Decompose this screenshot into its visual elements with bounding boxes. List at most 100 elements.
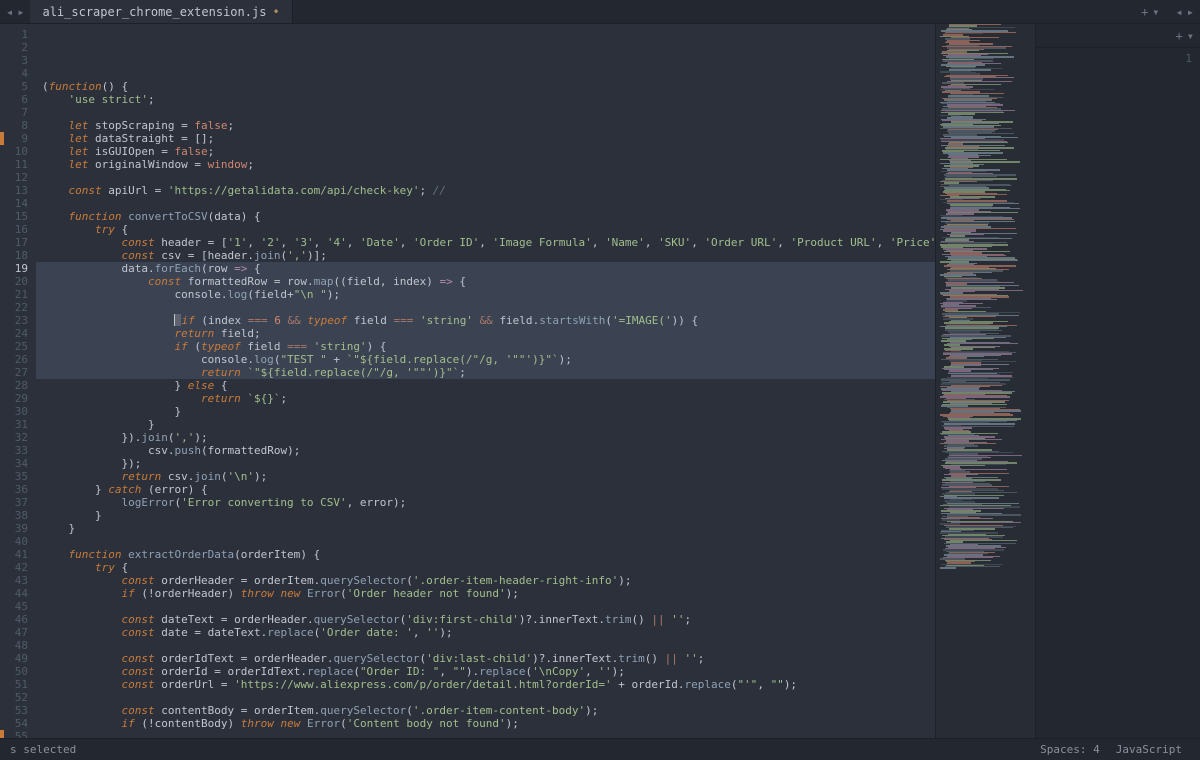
line-number[interactable]: 33 [4,444,28,457]
minimap[interactable] [935,24,1035,738]
code-line[interactable]: console.log("TEST " + `"${field.replace(… [36,353,935,366]
nav-prev-icon[interactable]: ◂ [4,5,15,19]
line-number[interactable]: 31 [4,418,28,431]
code-line[interactable]: return field; [36,327,935,340]
code-line[interactable]: } [36,418,935,431]
line-number[interactable]: 38 [4,509,28,522]
line-number[interactable]: 21 [4,288,28,301]
line-number[interactable]: 24 [4,327,28,340]
code-line[interactable]: const orderId = orderIdText.replace("Ord… [36,665,935,678]
code-line[interactable]: const dateText = orderHeader.querySelect… [36,613,935,626]
code-line[interactable]: logError('Error converting to CSV', erro… [36,496,935,509]
code-line[interactable]: const apiUrl = 'https://getalidata.com/a… [36,184,935,197]
line-number[interactable]: 29 [4,392,28,405]
code-line[interactable]: let dataStraight = []; [36,132,935,145]
code-line[interactable]: const formattedRow = row.map((field, ind… [36,275,935,288]
code-line[interactable]: const orderIdText = orderHeader.querySel… [36,652,935,665]
line-number[interactable]: 26 [4,353,28,366]
line-number[interactable]: 42 [4,561,28,574]
line-number[interactable]: 5 [4,80,28,93]
line-number[interactable]: 9 [4,132,28,145]
line-number[interactable]: 7 [4,106,28,119]
code-line[interactable]: if (!orderHeader) throw new Error('Order… [36,587,935,600]
code-line[interactable]: const csv = [header.join(',')]; [36,249,935,262]
line-number[interactable]: 27 [4,366,28,379]
line-number[interactable]: 49 [4,652,28,665]
code-line[interactable]: return `"${field.replace(/"/g, '""')}"`; [36,366,935,379]
code-line[interactable]: return csv.join('\n'); [36,470,935,483]
line-number[interactable]: 23 [4,314,28,327]
new-tab-button[interactable]: + [1141,5,1148,19]
line-number[interactable]: 18 [4,249,28,262]
line-number[interactable]: 13 [4,184,28,197]
line-number[interactable]: 32 [4,431,28,444]
code-line[interactable]: } [36,522,935,535]
code-line[interactable] [36,691,935,704]
line-number[interactable]: 30 [4,405,28,418]
pane-nav-next-icon[interactable]: ▸ [1187,5,1194,19]
code-line[interactable]: return `${}`; [36,392,935,405]
code-line[interactable]: const contentBody = orderItem.querySelec… [36,704,935,717]
code-line[interactable]: csv.push(formattedRow); [36,444,935,457]
line-number[interactable]: 40 [4,535,28,548]
line-number[interactable]: 14 [4,197,28,210]
code-line[interactable] [36,600,935,613]
code-line[interactable]: const header = ['1', '2', '3', '4', 'Dat… [36,236,935,249]
line-number[interactable]: 6 [4,93,28,106]
line-number-gutter[interactable]: 1234567891011121314151617181920212223242… [0,24,36,738]
code-line[interactable] [36,197,935,210]
line-number[interactable]: 48 [4,639,28,652]
line-number[interactable]: 34 [4,457,28,470]
code-line[interactable]: try { [36,223,935,236]
line-number[interactable]: 37 [4,496,28,509]
side-new-tab-button[interactable]: + [1176,29,1183,43]
code-line[interactable]: const date = dateText.replace('Order dat… [36,626,935,639]
code-line[interactable]: let isGUIOpen = false; [36,145,935,158]
line-number[interactable]: 3 [4,54,28,67]
line-number[interactable]: 16 [4,223,28,236]
code-line[interactable]: } else { [36,379,935,392]
code-line[interactable]: if (typeof field === 'string') { [36,340,935,353]
line-number[interactable]: 11 [4,158,28,171]
line-number[interactable]: 47 [4,626,28,639]
tab-dropdown-icon[interactable]: ▾ [1152,5,1159,19]
line-number[interactable]: 41 [4,548,28,561]
line-number[interactable]: 50 [4,665,28,678]
line-number[interactable]: 25 [4,340,28,353]
code-line[interactable]: if (index === 6 && typeof field === 'str… [36,314,935,327]
nav-next-icon[interactable]: ▸ [15,5,26,19]
line-number[interactable]: 28 [4,379,28,392]
line-number[interactable]: 17 [4,236,28,249]
code-line[interactable]: function extractOrderData(orderItem) { [36,548,935,561]
code-line[interactable]: }).join(','); [36,431,935,444]
code-line[interactable] [36,730,935,738]
line-number[interactable]: 19 [4,262,28,275]
code-line[interactable]: console.log(field+"\n "); [36,288,935,301]
line-number[interactable]: 52 [4,691,28,704]
code-line[interactable]: data.forEach(row => { [36,262,935,275]
code-line[interactable]: const orderUrl = 'https://www.aliexpress… [36,678,935,691]
status-language[interactable]: JavaScript [1108,743,1190,756]
line-number[interactable]: 36 [4,483,28,496]
code-line[interactable] [36,535,935,548]
line-number[interactable]: 12 [4,171,28,184]
pane-nav-prev-icon[interactable]: ◂ [1176,5,1183,19]
line-number[interactable]: 1 [4,28,28,41]
line-number[interactable]: 55 [4,730,28,738]
code-line[interactable]: let stopScraping = false; [36,119,935,132]
code-line[interactable]: } catch (error) { [36,483,935,496]
line-number[interactable]: 15 [4,210,28,223]
code-line[interactable]: } [36,509,935,522]
side-tab-dropdown-icon[interactable]: ▾ [1187,29,1194,43]
line-number[interactable]: 20 [4,275,28,288]
code-line[interactable]: function convertToCSV(data) { [36,210,935,223]
code-line[interactable] [36,301,935,314]
line-number[interactable]: 44 [4,587,28,600]
line-number[interactable]: 8 [4,119,28,132]
code-line[interactable] [36,106,935,119]
code-editor[interactable]: (function() { 'use strict'; let stopScra… [36,24,935,738]
line-number[interactable]: 22 [4,301,28,314]
code-line[interactable]: } [36,405,935,418]
status-spaces[interactable]: Spaces: 4 [1032,743,1108,756]
line-number[interactable]: 4 [4,67,28,80]
